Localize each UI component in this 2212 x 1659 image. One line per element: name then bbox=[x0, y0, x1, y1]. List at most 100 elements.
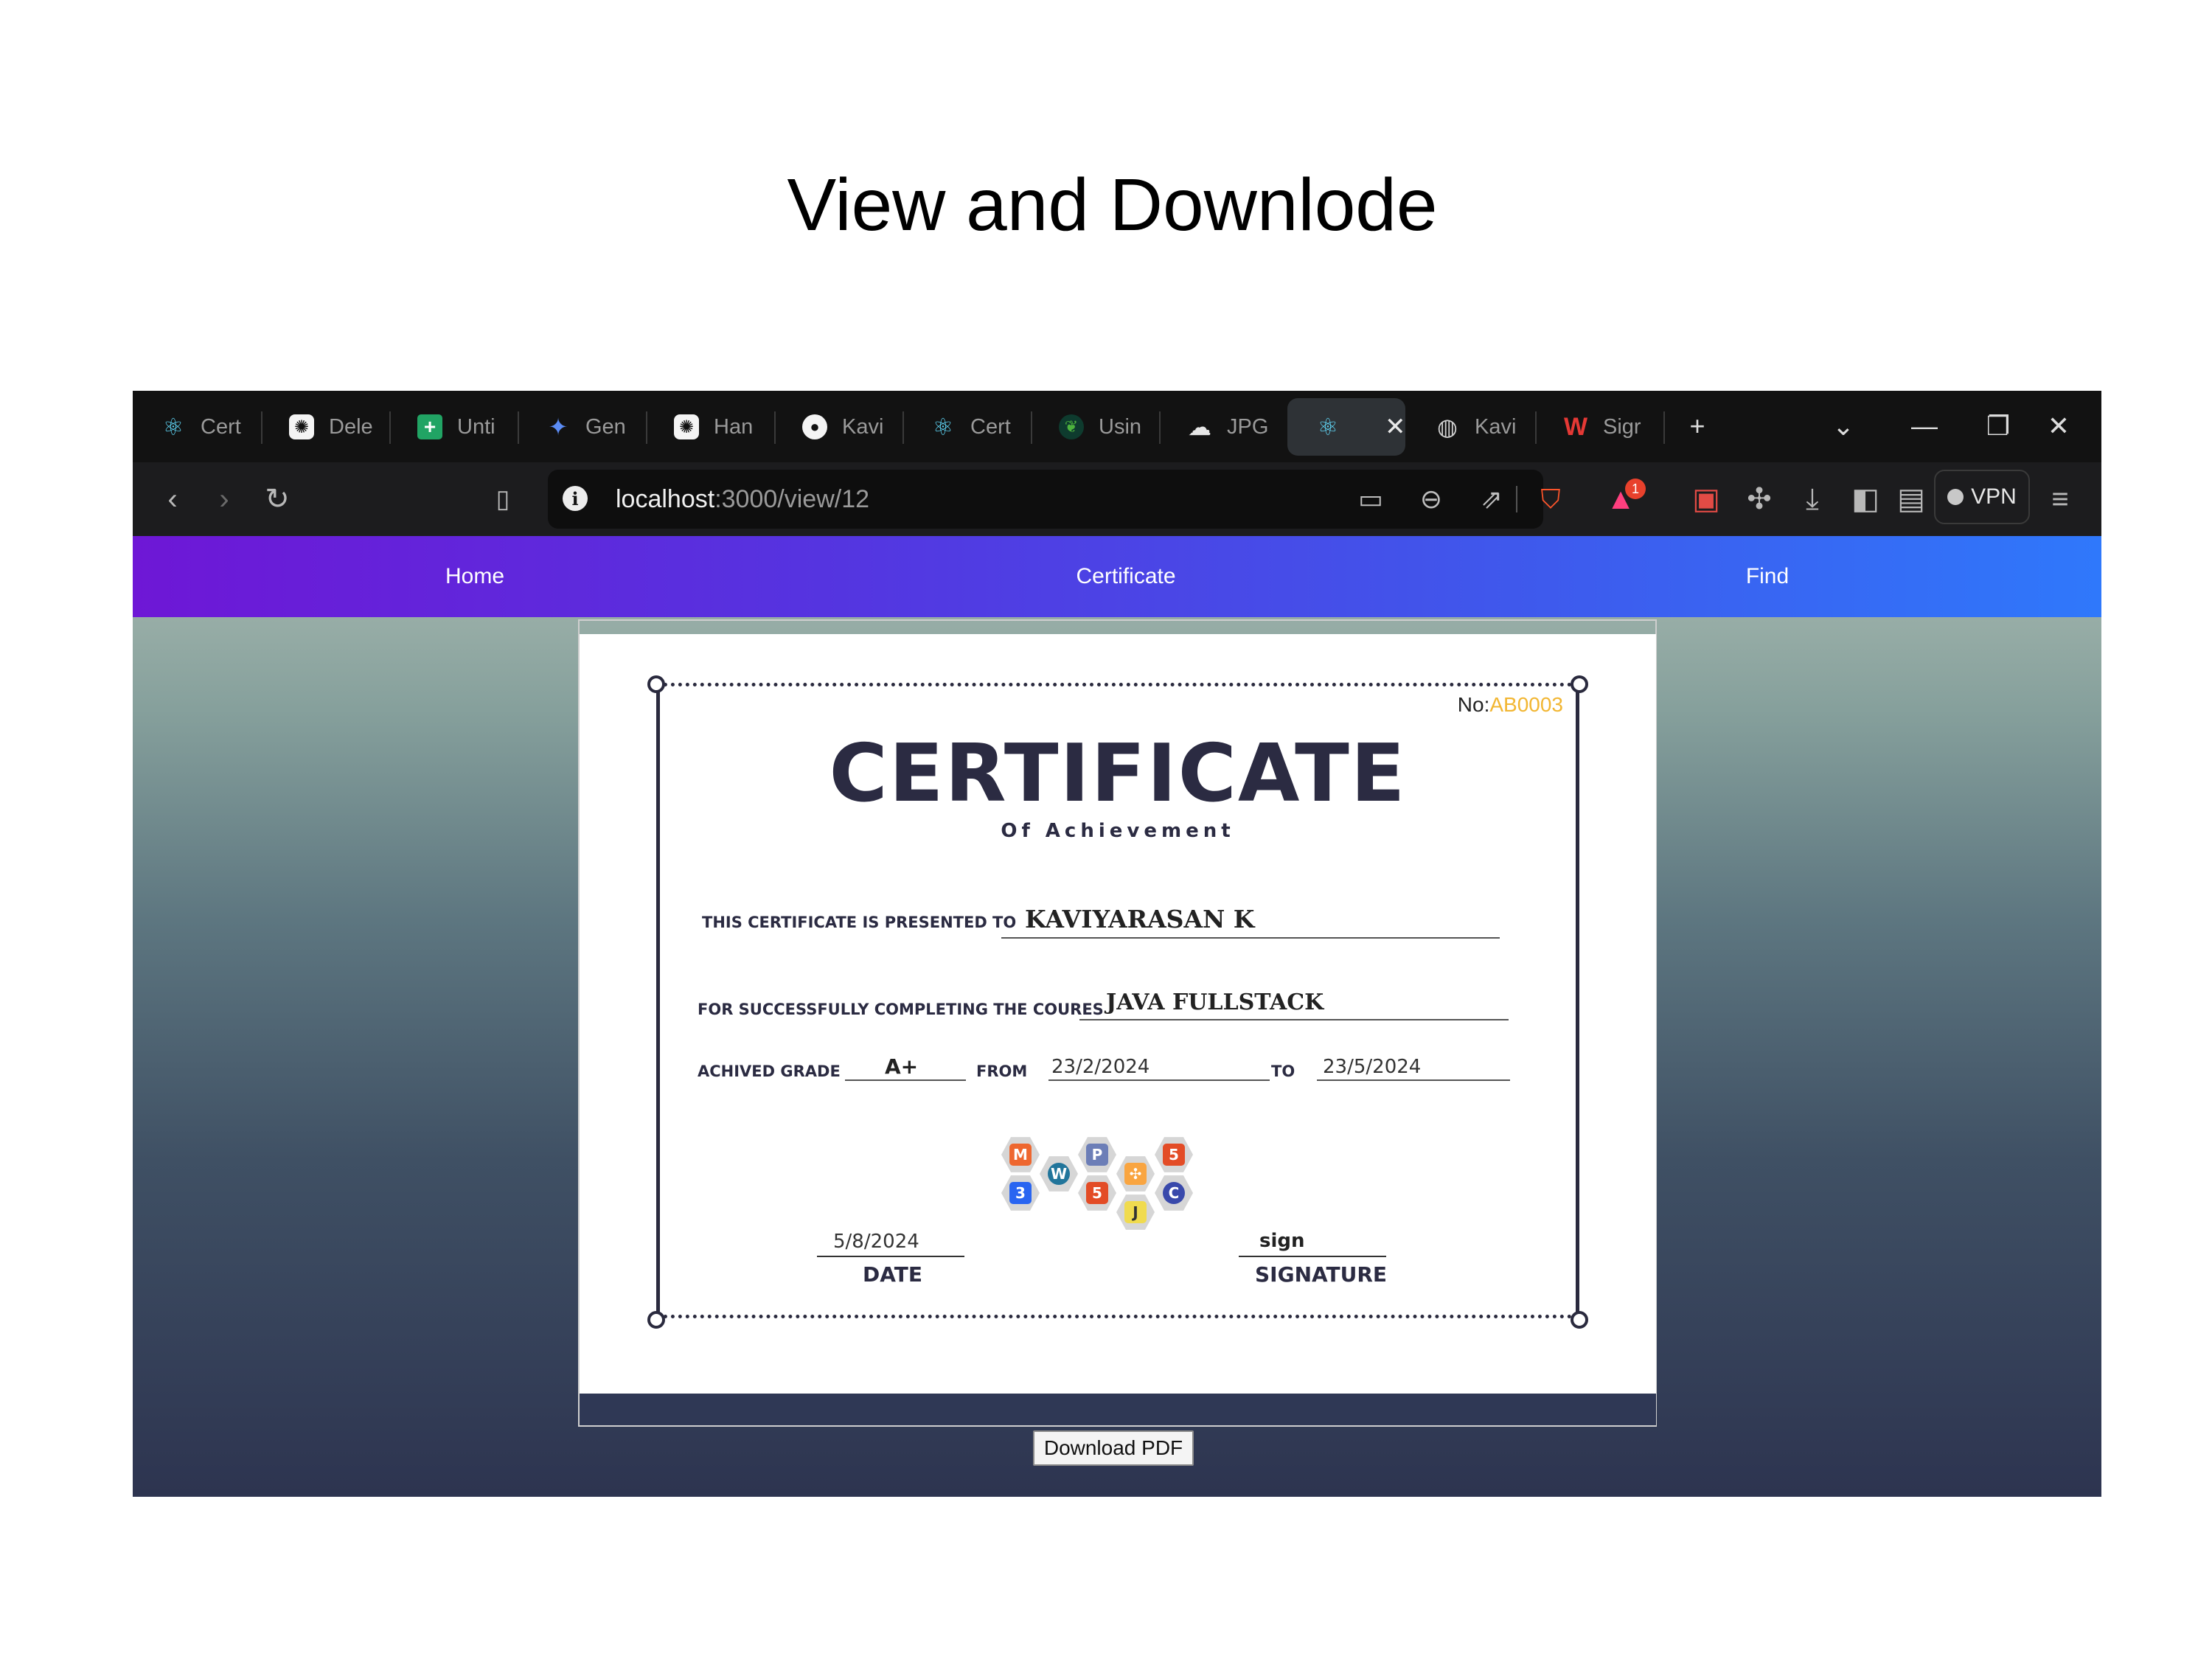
nav-find[interactable]: Find bbox=[1746, 536, 1789, 617]
signature-underline bbox=[1239, 1256, 1386, 1257]
tab-label: Kavi bbox=[842, 414, 884, 439]
border-corner bbox=[647, 675, 665, 693]
slide-title: View and Downlode bbox=[787, 164, 1438, 246]
brave-shield-icon[interactable]: ⛉ bbox=[1531, 480, 1570, 518]
vpn-status-icon bbox=[1947, 489, 1964, 505]
window-close-icon[interactable]: ✕ bbox=[2037, 404, 2081, 448]
tab-label: Gen bbox=[585, 414, 626, 439]
border-corner bbox=[1571, 1311, 1588, 1329]
certificate-subtitle: Of Achievement bbox=[1001, 820, 1235, 842]
notification-badge: 1 bbox=[1625, 479, 1646, 499]
download-pdf-button[interactable]: Download PDF bbox=[1033, 1430, 1194, 1466]
tab-11[interactable]: W Sigr bbox=[1535, 398, 1662, 456]
cloud-icon: ☁ bbox=[1188, 414, 1211, 440]
browser-window: ⚛ Cert ✺ Dele + Unti ✦ Gen ✺ Han ● Kavi bbox=[133, 391, 2101, 1497]
border-corner bbox=[647, 1311, 665, 1329]
tab-label: Unti bbox=[457, 414, 495, 439]
tab-active[interactable]: ⚛ ✕ bbox=[1287, 398, 1405, 456]
share-icon[interactable]: ⇗ bbox=[1472, 480, 1511, 518]
tab-label: JPG bbox=[1227, 414, 1269, 439]
wallet-icon[interactable]: ▤ bbox=[1891, 479, 1932, 520]
restore-icon[interactable]: ❐ bbox=[1976, 404, 2020, 448]
extensions-puzzle-icon[interactable]: ✣ bbox=[1739, 479, 1780, 520]
sidebar-icon[interactable]: ◧ bbox=[1845, 479, 1886, 520]
grade-underline bbox=[845, 1079, 966, 1081]
tab-10[interactable]: ◍ Kavi bbox=[1407, 398, 1534, 456]
date-underline bbox=[817, 1256, 964, 1257]
address-bar[interactable]: i localhost:3000/view/12 ▭ ⊖ ⇗ ⛉ bbox=[548, 470, 1561, 529]
certificate-number: No:AB0003 bbox=[1458, 693, 1563, 717]
new-tab-icon[interactable]: + bbox=[1675, 404, 1719, 448]
vpn-label: VPN bbox=[1971, 484, 2017, 509]
to-underline bbox=[1317, 1079, 1510, 1081]
certificate-number-value: AB0003 bbox=[1489, 693, 1563, 716]
chatgpt-icon: ✺ bbox=[672, 413, 700, 441]
tab-3[interactable]: ✦ Gen bbox=[518, 398, 644, 456]
magento-icon: M bbox=[1001, 1137, 1040, 1172]
menu-icon[interactable]: ≡ bbox=[2039, 479, 2081, 520]
reload-icon[interactable]: ↻ bbox=[257, 479, 298, 520]
extension-icon[interactable]: ▣ bbox=[1686, 479, 1727, 520]
download-icon[interactable]: ⤓ bbox=[1792, 479, 1833, 520]
react-icon: ⚛ bbox=[932, 414, 954, 440]
tab-label: Dele bbox=[329, 414, 373, 439]
course-underline bbox=[1079, 1019, 1509, 1020]
to-date: 23/5/2024 bbox=[1323, 1056, 1422, 1078]
wps-icon: W bbox=[1563, 412, 1588, 441]
back-icon[interactable]: ‹ bbox=[152, 479, 193, 520]
mongodb-icon: ❦ bbox=[1057, 413, 1085, 441]
date-label: DATE bbox=[863, 1262, 922, 1287]
grade-label: ACHIVED GRADE bbox=[698, 1062, 841, 1080]
tab-1[interactable]: ✺ Dele bbox=[261, 398, 388, 456]
certificate-title: CERTIFICATE bbox=[829, 728, 1407, 820]
sheets-icon: + bbox=[416, 413, 444, 441]
cast-icon[interactable]: ▭ bbox=[1352, 480, 1390, 518]
zoom-icon[interactable]: ⊖ bbox=[1412, 480, 1450, 518]
vpn-button[interactable]: VPN bbox=[1934, 470, 2030, 524]
tab-0[interactable]: ⚛ Cert bbox=[133, 398, 260, 456]
bookmark-icon[interactable]: ▯ bbox=[482, 479, 524, 520]
forward-icon[interactable]: › bbox=[204, 479, 245, 520]
url-host: localhost bbox=[616, 485, 715, 513]
tab-label: Han bbox=[714, 414, 754, 439]
tab-separator bbox=[1663, 411, 1665, 444]
tab-6[interactable]: ⚛ Cert bbox=[902, 398, 1029, 456]
github-icon: ● bbox=[801, 413, 829, 441]
tab-4[interactable]: ✺ Han bbox=[646, 398, 773, 456]
presented-label: THIS CERTIFICATE IS PRESENTED TO bbox=[702, 914, 1017, 931]
certificate-number-label: No: bbox=[1457, 693, 1490, 716]
html5-icon: 5 bbox=[1155, 1137, 1193, 1172]
chatgpt-icon: ✺ bbox=[288, 413, 316, 441]
signature-label: SIGNATURE bbox=[1255, 1262, 1388, 1287]
tab-8[interactable]: ☁ JPG bbox=[1159, 398, 1286, 456]
from-label: FROM bbox=[976, 1062, 1028, 1080]
c-language-icon: C bbox=[1155, 1175, 1193, 1211]
react-icon: ⚛ bbox=[162, 414, 184, 440]
tab-2[interactable]: + Unti bbox=[389, 398, 516, 456]
tab-label: Cert bbox=[970, 414, 1011, 439]
grade-value: A+ bbox=[885, 1054, 919, 1079]
border-corner bbox=[1571, 675, 1588, 693]
certificate: No:AB0003 CERTIFICATE Of Achievement THI… bbox=[580, 634, 1656, 1394]
tab-label: Usin bbox=[1099, 414, 1142, 439]
nav-home[interactable]: Home bbox=[445, 536, 504, 617]
tab-label: Cert bbox=[201, 414, 241, 439]
minimize-icon[interactable]: — bbox=[1902, 404, 1947, 448]
recipient-name: KAVIYARASAN K bbox=[1025, 905, 1255, 933]
gemini-icon: ✦ bbox=[548, 414, 568, 440]
site-info-icon[interactable]: i bbox=[563, 486, 588, 511]
tab-7[interactable]: ❦ Usin bbox=[1031, 398, 1158, 456]
course-name: JAVA FULLSTACK bbox=[1106, 990, 1324, 1015]
tab-close-icon[interactable]: ✕ bbox=[1385, 412, 1405, 442]
url-text[interactable]: localhost:3000/view/12 bbox=[616, 483, 869, 515]
joomla-icon: ✣ bbox=[1116, 1156, 1155, 1192]
tab-5[interactable]: ● Kavi bbox=[774, 398, 901, 456]
tab-search-chevron-icon[interactable]: ⌄ bbox=[1821, 404, 1865, 448]
javascript-icon: J bbox=[1116, 1194, 1155, 1230]
issue-date: 5/8/2024 bbox=[833, 1231, 919, 1253]
wordpress-icon: W bbox=[1040, 1156, 1078, 1192]
php-icon: P bbox=[1078, 1137, 1116, 1172]
signature-value: sign bbox=[1259, 1230, 1305, 1252]
nav-certificate[interactable]: Certificate bbox=[1076, 536, 1175, 617]
course-label: FOR SUCCESSFULLY COMPLETING THE COURES bbox=[698, 1001, 1104, 1018]
